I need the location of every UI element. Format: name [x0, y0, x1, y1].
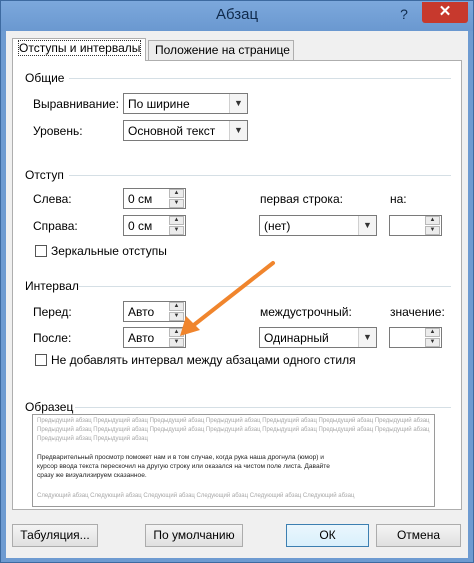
tab-label: Отступы и интервалы [17, 40, 142, 56]
annotation-arrow [180, 261, 275, 336]
arrow-head-icon [180, 316, 200, 336]
tab-indents-spacing[interactable]: Отступы и интервалы [12, 38, 146, 61]
arrow-shaft [188, 261, 275, 330]
